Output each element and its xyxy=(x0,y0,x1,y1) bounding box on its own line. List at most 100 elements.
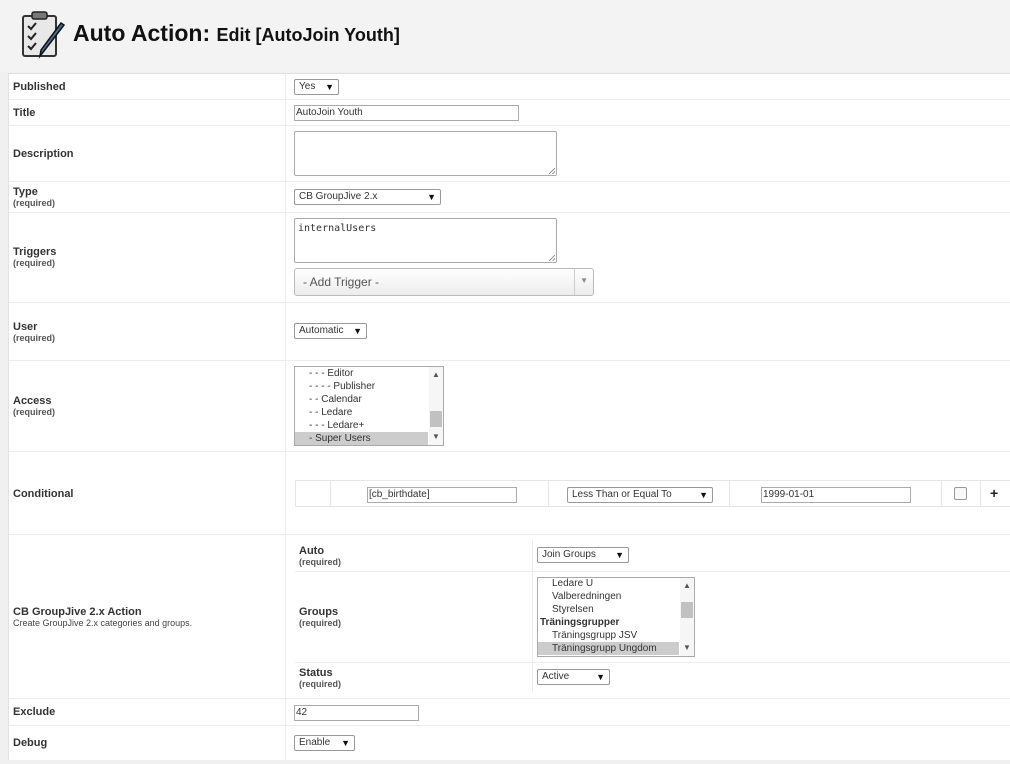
status-value: Active xyxy=(542,671,570,682)
type-required: (required) xyxy=(13,198,56,208)
status-select[interactable]: Active ▼ xyxy=(537,669,610,685)
group-option[interactable]: Ledare U xyxy=(538,578,679,590)
published-select[interactable]: Yes ▼ xyxy=(294,79,339,95)
dropdown-arrow-icon: ▼ xyxy=(341,738,350,748)
triggers-value: internalUsers xyxy=(298,223,377,234)
access-required: (required) xyxy=(13,407,56,417)
groups-scrollbar[interactable]: ▲ ▼ xyxy=(680,578,694,656)
published-label: Published xyxy=(13,81,66,93)
type-value: CB GroupJive 2.x xyxy=(299,191,378,202)
page-title-main: Auto Action: xyxy=(73,20,211,46)
group-option[interactable]: Styrelsen xyxy=(538,603,679,616)
type-row: Type (required) CB GroupJive 2.x ▼ xyxy=(9,181,1010,213)
access-option[interactable]: - - Ledare xyxy=(295,406,428,419)
user-select[interactable]: Automatic ▼ xyxy=(294,323,367,339)
debug-select[interactable]: Enable ▼ xyxy=(294,735,355,751)
type-select[interactable]: CB GroupJive 2.x ▼ xyxy=(294,189,441,205)
access-option[interactable]: - Super Users xyxy=(295,432,428,445)
access-option[interactable]: - - - - Publisher xyxy=(295,380,428,393)
chevron-down-icon: ▼ xyxy=(580,276,588,285)
debug-value: Enable xyxy=(299,737,331,748)
groups-subrow: Groups (required) Ledare U Valberedningen… xyxy=(295,572,1010,663)
user-label: User xyxy=(13,321,38,333)
user-row: User (required) Automatic ▼ xyxy=(9,302,1010,361)
scroll-down-icon[interactable]: ▼ xyxy=(683,643,691,652)
scroll-thumb[interactable] xyxy=(430,411,442,427)
condition-field-input[interactable]: [cb_birthdate] xyxy=(367,487,517,503)
dropdown-arrow-icon: ▼ xyxy=(699,490,708,500)
group-option[interactable]: Träningsgrupp Ungdom xyxy=(538,642,679,655)
scroll-up-icon[interactable]: ▲ xyxy=(683,581,691,590)
auto-value: Join Groups xyxy=(542,549,596,560)
published-value: Yes xyxy=(299,81,316,92)
dropdown-arrow-icon: ▼ xyxy=(353,326,362,336)
title-row: Title AutoJoin Youth xyxy=(9,99,1010,126)
title-input[interactable]: AutoJoin Youth xyxy=(294,105,519,121)
exclude-row: Exclude 42 xyxy=(9,698,1010,726)
form-panel: Published Yes ▼ Title AutoJoin Youth Des… xyxy=(8,73,1010,760)
dropdown-arrow-icon: ▼ xyxy=(427,192,436,202)
condition-checkbox[interactable] xyxy=(954,487,967,500)
groupjive-label: CB GroupJive 2.x Action xyxy=(13,606,142,618)
group-option[interactable]: Valberedningen xyxy=(538,590,679,603)
triggers-row: Triggers (required) internalUsers - Add … xyxy=(9,212,1010,303)
resize-grip-icon[interactable] xyxy=(549,255,555,261)
published-row: Published Yes ▼ xyxy=(9,74,1010,100)
access-label: Access xyxy=(13,395,52,407)
checklist-pencil-icon xyxy=(22,11,66,59)
groups-label: Groups xyxy=(299,606,339,618)
page-title-sub: Edit [AutoJoin Youth] xyxy=(216,25,400,45)
dropdown-arrow-icon: ▼ xyxy=(325,82,334,92)
exclude-input[interactable]: 42 xyxy=(294,705,419,721)
add-trigger-select[interactable]: - Add Trigger - ▼ xyxy=(294,268,594,296)
scroll-up-icon[interactable]: ▲ xyxy=(432,370,440,379)
description-label: Description xyxy=(13,148,74,160)
triggers-required: (required) xyxy=(13,258,56,268)
auto-required: (required) xyxy=(299,557,342,567)
access-row: Access (required) - - - Editor - - - - Pu… xyxy=(9,360,1010,452)
type-label: Type xyxy=(13,186,38,198)
auto-select[interactable]: Join Groups ▼ xyxy=(537,547,629,563)
auto-label: Auto xyxy=(299,545,325,557)
condition-operator-select[interactable]: Less Than or Equal To ▼ xyxy=(567,487,713,503)
page-header: Auto Action: Edit [AutoJoin Youth] xyxy=(0,0,1010,72)
debug-row: Debug Enable ▼ xyxy=(9,725,1010,760)
add-condition-icon[interactable]: + xyxy=(990,485,998,501)
user-required: (required) xyxy=(13,333,56,343)
status-label: Status xyxy=(299,667,333,679)
status-subrow: Status (required) Active ▼ xyxy=(295,663,1010,692)
groupjive-subform: Auto (required) Join Groups ▼ Groups (re… xyxy=(295,540,1010,692)
dropdown-arrow-icon: ▼ xyxy=(596,672,605,682)
groupjive-row: CB GroupJive 2.x Action Create GroupJive… xyxy=(9,534,1010,699)
access-option[interactable]: - - - Ledare+ xyxy=(295,419,428,432)
access-scrollbar[interactable]: ▲ ▼ xyxy=(429,367,443,445)
triggers-label: Triggers xyxy=(13,246,57,258)
access-option[interactable]: - - - Editor xyxy=(295,367,428,380)
group-category-label: Träningsgrupper xyxy=(540,617,620,628)
user-value: Automatic xyxy=(299,325,344,336)
dropdown-arrow-icon: ▼ xyxy=(615,550,624,560)
title-label: Title xyxy=(13,107,36,119)
exclude-label: Exclude xyxy=(13,706,56,718)
scroll-down-icon[interactable]: ▼ xyxy=(432,432,440,441)
conditional-row: Conditional [cb_birthdate] Less Than or … xyxy=(9,451,1010,535)
groupjive-description: Create GroupJive 2.x categories and grou… xyxy=(13,618,193,628)
auto-subrow: Auto (required) Join Groups ▼ xyxy=(295,540,1010,572)
debug-label: Debug xyxy=(13,737,48,749)
access-listbox[interactable]: - - - Editor - - - - Publisher - - Calenda… xyxy=(294,366,444,446)
conditional-label: Conditional xyxy=(13,488,74,500)
group-option[interactable]: Träningsgrupp JSV xyxy=(538,629,679,642)
description-row: Description xyxy=(9,125,1010,182)
status-required: (required) xyxy=(299,679,342,689)
condition-value-input[interactable]: 1999-01-01 xyxy=(761,487,911,503)
description-textarea[interactable] xyxy=(294,131,557,176)
condition-operator-value: Less Than or Equal To xyxy=(572,489,672,500)
resize-grip-icon[interactable] xyxy=(549,168,555,174)
groups-listbox[interactable]: Ledare U Valberedningen Styrelsen Träningsg… xyxy=(537,577,695,657)
triggers-textarea[interactable]: internalUsers xyxy=(294,218,557,263)
add-trigger-label: - Add Trigger - xyxy=(303,275,380,289)
groups-required: (required) xyxy=(299,618,342,628)
access-option[interactable]: - - Calendar xyxy=(295,393,428,406)
scroll-thumb[interactable] xyxy=(681,602,693,618)
page-title: Auto Action: Edit [AutoJoin Youth] xyxy=(73,20,400,47)
